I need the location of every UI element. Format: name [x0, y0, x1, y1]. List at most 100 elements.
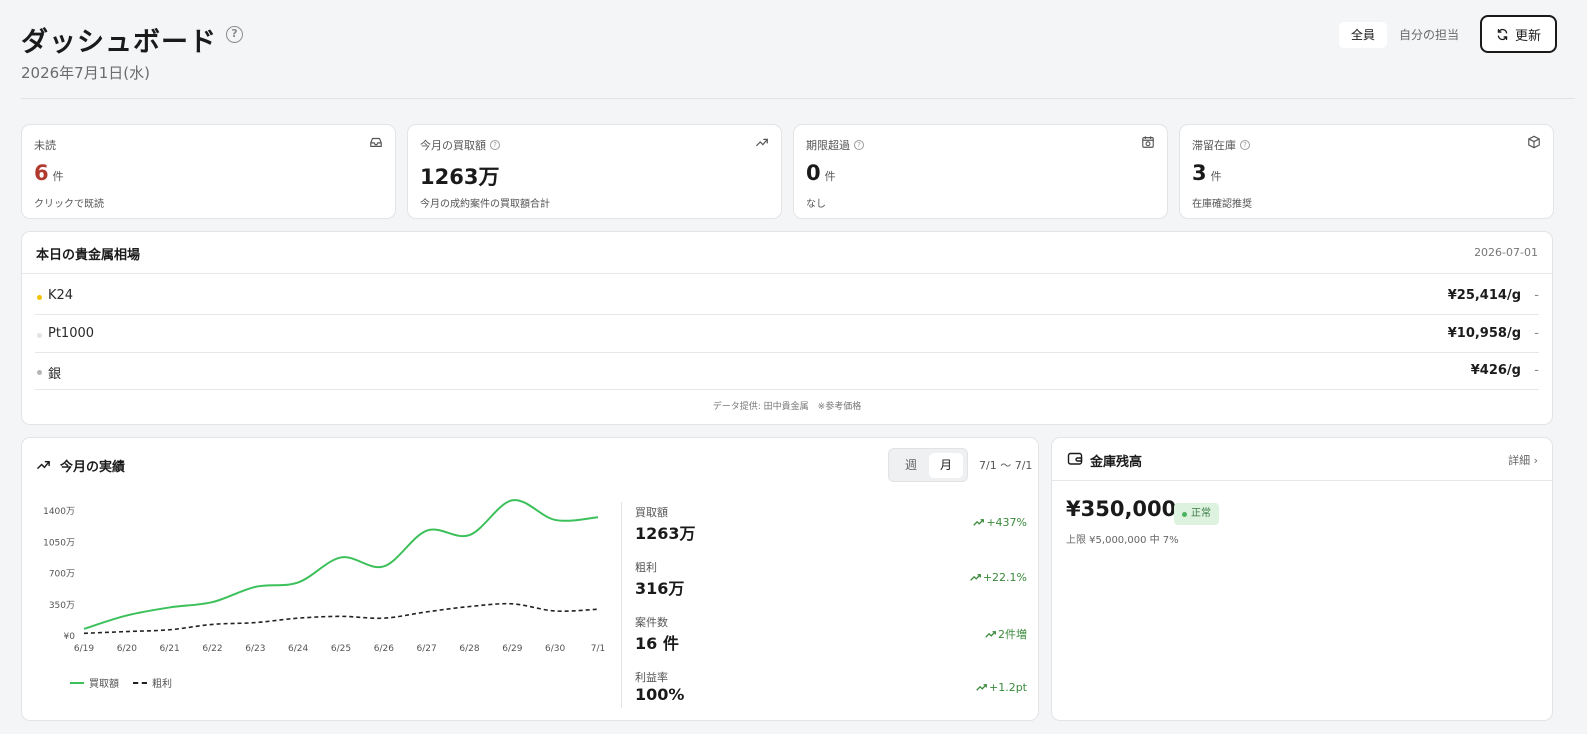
kpi-card-purchase: 今月の買取額? 1263万 今月の成約案件の買取額合計 — [407, 124, 782, 219]
tab-week[interactable]: 週 — [893, 453, 929, 478]
kpi-sub: クリックで既読 — [34, 199, 104, 210]
metal-change: - — [1534, 326, 1539, 341]
x-tick-label: 6/19 — [74, 644, 94, 654]
legend-label: 買取額 — [89, 679, 119, 690]
kpi-label: 期限超過 — [806, 139, 850, 152]
metal-dot — [37, 295, 42, 300]
metal-prices-card: 本日の貴金属相場 2026-07-01 K24 ¥25,414/g - Pt10… — [21, 231, 1553, 425]
x-tick-label: 6/20 — [117, 644, 137, 654]
kpi-card-stock: 滞留在庫? 3件 在庫確認推奨 — [1179, 124, 1554, 219]
y-tick-label: 1050万 — [43, 538, 75, 548]
refresh-button[interactable]: 更新 — [1480, 15, 1557, 53]
kpi-card-unread[interactable]: 未読 6件 クリックで既読 — [21, 124, 396, 219]
x-tick-label: 6/23 — [245, 644, 265, 654]
x-tick-label: 6/26 — [374, 644, 394, 654]
trending-up-icon — [973, 519, 985, 526]
metal-change: - — [1534, 363, 1539, 378]
safe-detail-link[interactable]: 詳細 › — [1508, 452, 1538, 468]
status-dot — [1182, 511, 1187, 517]
kpi-unit: 件 — [52, 170, 64, 183]
kpi-unit: 件 — [824, 170, 836, 183]
stat-value: 316万 — [635, 579, 685, 598]
trending-up-icon — [985, 630, 996, 638]
kpi-sub: 今月の成約案件の買取額合計 — [420, 199, 550, 210]
help-icon[interactable]: ? — [854, 140, 864, 150]
kpi-label: 滞留在庫 — [1192, 139, 1236, 152]
kpi-sub: 在庫確認推奨 — [1192, 199, 1252, 210]
calendar-clock-icon — [1142, 136, 1154, 148]
x-tick-label: 6/24 — [288, 644, 308, 654]
y-tick-label: 1400万 — [43, 507, 75, 517]
stat-label: 利益率 — [635, 671, 668, 684]
metal-name: K24 — [48, 288, 74, 303]
stat-cases: 案件数 16 件 2件増 — [635, 614, 1027, 660]
stat-value: 16 件 — [635, 634, 679, 653]
legend-swatch-dashed — [133, 681, 147, 684]
stat-label: 買取額 — [635, 506, 668, 519]
metal-price: ¥10,958/g — [1447, 326, 1521, 341]
trending-up-icon — [970, 574, 981, 581]
kpi-value: 0 — [806, 161, 821, 185]
x-tick-label: 6/21 — [160, 644, 180, 654]
date-range: 7/1 〜 7/1 — [979, 459, 1033, 472]
filter-mine-button[interactable]: 自分の担当 — [1393, 22, 1465, 48]
metal-change: - — [1534, 288, 1539, 303]
performance-card: 今月の実績 週 月 7/1 〜 7/1 ¥0 350万 700万 1050万 1400万… — [21, 437, 1039, 721]
help-icon[interactable]: ? — [490, 140, 500, 150]
stat-delta: +22.1% — [982, 571, 1027, 584]
y-tick-label: 350万 — [49, 601, 75, 611]
refresh-icon — [1497, 28, 1508, 40]
kpi-sub: なし — [806, 199, 826, 210]
safe-detail-label: 詳細 — [1508, 454, 1531, 467]
metal-row: K24 ¥25,414/g - — [35, 278, 1539, 315]
safe-amount: ¥350,000 — [1066, 497, 1177, 521]
status-label: 正常 — [1191, 508, 1211, 519]
metal-prices-source: データ提供: 田中貴金属 ※参考価格 — [712, 402, 862, 412]
legend-label: 粗利 — [152, 679, 172, 690]
stat-profit: 粗利 316万 +22.1% — [635, 559, 1027, 605]
stat-margin: 利益率 100% +1.2pt — [635, 669, 1027, 715]
wallet-icon — [1067, 452, 1083, 465]
performance-title: 今月の実績 — [60, 460, 126, 475]
safe-balance-title: 金庫残高 — [1090, 455, 1143, 470]
tab-month[interactable]: 月 — [929, 453, 963, 478]
metal-prices-title: 本日の貴金属相場 — [36, 248, 141, 263]
y-tick-label: ¥0 — [64, 632, 76, 642]
metal-row: 銀 ¥426/g - — [35, 353, 1539, 390]
metal-dot — [37, 333, 42, 338]
stat-value: 100% — [635, 685, 685, 704]
stat-label: 粗利 — [635, 561, 657, 574]
metal-price: ¥426/g — [1470, 363, 1521, 378]
y-tick-label: 700万 — [49, 570, 75, 580]
page-date: 2026年7月1日(水) — [21, 64, 150, 82]
status-badge: 正常 — [1174, 503, 1219, 525]
kpi-label: 未読 — [34, 139, 56, 152]
kpi-card-overdue: 期限超過? 0件 なし — [793, 124, 1168, 219]
metal-name: Pt1000 — [48, 326, 95, 341]
x-tick-label: 6/27 — [417, 644, 437, 654]
inbox-icon — [370, 137, 382, 147]
stat-delta: +1.2pt — [988, 681, 1027, 694]
x-tick-label: 6/30 — [545, 644, 565, 654]
stat-delta: +437% — [986, 516, 1027, 529]
x-tick-label: 7/1 — [591, 644, 605, 654]
chevron-right-icon: › — [1533, 454, 1538, 467]
trending-up-icon — [756, 138, 768, 147]
legend-item: 粗利 — [133, 675, 172, 690]
metal-prices-date: 2026-07-01 — [1474, 246, 1538, 259]
filter-all-button[interactable]: 全員 — [1339, 22, 1387, 48]
chart-divider — [621, 502, 622, 708]
box-icon — [1528, 135, 1540, 149]
metal-name: 銀 — [48, 367, 62, 382]
kpi-value: 6 — [34, 161, 49, 185]
stat-label: 案件数 — [635, 616, 668, 629]
refresh-label: 更新 — [1514, 28, 1541, 44]
x-tick-label: 6/29 — [502, 644, 522, 654]
stat-delta: 2件増 — [998, 628, 1027, 641]
help-icon[interactable]: ? — [226, 26, 243, 43]
kpi-value: 3 — [1192, 161, 1207, 185]
kpi-value: 1263万 — [420, 165, 500, 189]
metal-price: ¥25,414/g — [1447, 288, 1521, 303]
stat-value: 1263万 — [635, 524, 696, 543]
help-icon[interactable]: ? — [1240, 140, 1250, 150]
